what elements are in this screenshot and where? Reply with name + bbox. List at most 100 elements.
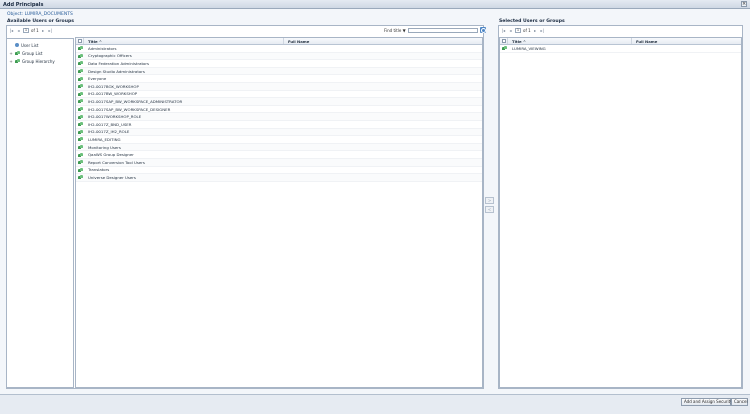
group-icon [77, 84, 83, 89]
table-row[interactable]: Translators [76, 167, 482, 175]
row-full-name [284, 45, 482, 52]
table-row[interactable]: IH2-0017WORKSHOP_ROLE [76, 113, 482, 121]
group-icon [77, 61, 83, 66]
table-row[interactable]: QaaWS Group Designer [76, 151, 482, 159]
table-row[interactable]: Universe Designer Users [76, 174, 482, 182]
search-icon[interactable] [479, 27, 486, 33]
first-page-icon[interactable]: |◂ [9, 28, 14, 33]
row-title: IH2-0017BOX_WORKSHOP [88, 83, 139, 89]
table-row[interactable]: IH2-0017Z_IH2_ROLE [76, 128, 482, 137]
group-icon [77, 160, 83, 165]
first-page-icon[interactable]: |◂ [501, 28, 506, 33]
selected-pager: |◂ ◂ 1 of 1 ▸ ▸| [501, 27, 545, 34]
window-title: Add Principals [3, 2, 44, 8]
row-full-name [284, 91, 482, 98]
row-title: Monitoring Users [88, 144, 121, 150]
next-page-icon[interactable]: ▸ [533, 28, 538, 33]
table-row[interactable]: LUMIRA_VIEWING [500, 45, 741, 53]
row-title: Everyone [88, 76, 107, 82]
last-page-icon[interactable]: ▸| [48, 28, 53, 33]
row-title: IH2-0017BW_WORKSHOP [88, 91, 138, 97]
table-row[interactable]: IH2-0017SAP_BW_WORKSPACE_DESIGNER [76, 106, 482, 114]
row-title: Cryptographic Officers [88, 53, 132, 59]
row-full-name [284, 68, 482, 75]
row-title: IH2-0017WORKSHOP_ROLE [88, 114, 142, 120]
column-header-full-name[interactable]: Full Name [632, 38, 741, 44]
row-full-name [284, 121, 482, 128]
row-full-name [284, 53, 482, 60]
select-all-checkbox[interactable] [77, 39, 82, 43]
group-icon [77, 99, 83, 104]
grid-header: Title ^ Full Name [500, 38, 741, 45]
page-number-input[interactable]: 1 [515, 28, 521, 33]
row-title: QaaWS Group Designer [88, 152, 134, 158]
tree-item-user-list[interactable]: User List [9, 41, 71, 49]
tree-item-label: User List [21, 42, 39, 48]
row-full-name [284, 151, 482, 158]
column-header-title[interactable]: Title ^ [84, 38, 284, 44]
find-input[interactable] [407, 27, 478, 33]
table-row[interactable]: Monitoring Users [76, 143, 482, 152]
table-row[interactable]: Administrators [76, 45, 482, 53]
expand-icon[interactable]: + [9, 51, 13, 56]
group-icon [77, 69, 83, 74]
cancel-button[interactable]: Cancel [731, 398, 748, 406]
group-icon [15, 51, 20, 55]
selected-section-title: Selected Users or Groups [499, 19, 565, 24]
row-title: LUMIRA_VIEWING [512, 45, 546, 51]
find-field-label: Find title [384, 27, 402, 33]
table-row[interactable]: Data Federation Administrators [76, 60, 482, 68]
tree-item-group-list[interactable]: + Group List [9, 49, 71, 57]
principal-tree: User List + Group List + Group Hierarchy [6, 38, 74, 388]
select-all-checkbox[interactable] [501, 39, 506, 43]
add-and-assign-security-button[interactable]: Add and Assign Security [681, 398, 733, 406]
prev-page-icon[interactable]: ◂ [16, 28, 21, 33]
column-header-title[interactable]: Title ^ [508, 38, 632, 44]
available-section-title: Available Users or Groups [7, 19, 74, 24]
row-title: IH2-0017SAP_BW_WORKSPACE_DESIGNER [88, 106, 171, 112]
row-title: IH2-0017Z_IH2_ROLE [88, 129, 130, 135]
object-label: Object: LUMIRA_DOCUMENTS [7, 12, 73, 17]
tree-item-label: Group Hierarchy [22, 58, 55, 64]
tree-item-label: Group List [22, 50, 43, 56]
row-title: Universe Designer Users [88, 174, 136, 180]
table-row[interactable]: IH2-0017Z_BND_USER [76, 121, 482, 129]
row-full-name [632, 45, 741, 52]
grid-body: Administrators Cryptographic Officers Data… [76, 45, 482, 182]
table-row[interactable]: LUMIRA_EDITING [76, 136, 482, 144]
table-row[interactable]: Design Studio Administrators [76, 67, 482, 76]
remove-arrow-button[interactable]: < [485, 206, 494, 213]
expand-icon[interactable]: + [9, 59, 13, 64]
dialog-footer: Add and Assign Security Cancel [0, 394, 750, 414]
last-page-icon[interactable]: ▸| [540, 28, 545, 33]
row-title: LUMIRA_EDITING [88, 136, 121, 142]
row-title: Design Studio Administrators [88, 68, 145, 74]
find-bar: Find title ▼ [384, 27, 486, 33]
row-full-name [284, 167, 482, 174]
add-arrow-button[interactable]: > [485, 197, 494, 204]
next-page-icon[interactable]: ▸ [41, 28, 46, 33]
tree-item-group-hierarchy[interactable]: + Group Hierarchy [9, 57, 71, 65]
column-header-full-name[interactable]: Full Name [284, 38, 482, 44]
prev-page-icon[interactable]: ◂ [508, 28, 513, 33]
row-full-name [284, 159, 482, 166]
table-row[interactable]: Cryptographic Officers [76, 52, 482, 61]
table-row[interactable]: Report Conversion Tool Users [76, 158, 482, 167]
group-icon [77, 167, 83, 172]
group-icon [77, 107, 83, 112]
grid-header: Title ^ Full Name [76, 38, 482, 45]
group-icon [77, 122, 83, 127]
table-row[interactable]: Everyone [76, 75, 482, 83]
row-full-name [284, 83, 482, 90]
page-number-input[interactable]: 1 [23, 28, 29, 33]
user-icon [15, 43, 19, 47]
table-row[interactable]: IH2-0017BW_WORKSHOP [76, 91, 482, 99]
table-row[interactable]: IH2-0017SAP_BW_WORKSPACE_ADMINISTRATOR [76, 98, 482, 106]
close-icon[interactable]: × [741, 1, 747, 7]
group-icon [77, 145, 83, 150]
row-title: IH2-0017Z_BND_USER [88, 121, 132, 127]
find-field-select[interactable]: Find title ▼ [384, 28, 406, 33]
table-row[interactable]: IH2-0017BOX_WORKSHOP [76, 82, 482, 91]
group-icon [77, 175, 83, 180]
page-count: of 1 [31, 28, 39, 33]
